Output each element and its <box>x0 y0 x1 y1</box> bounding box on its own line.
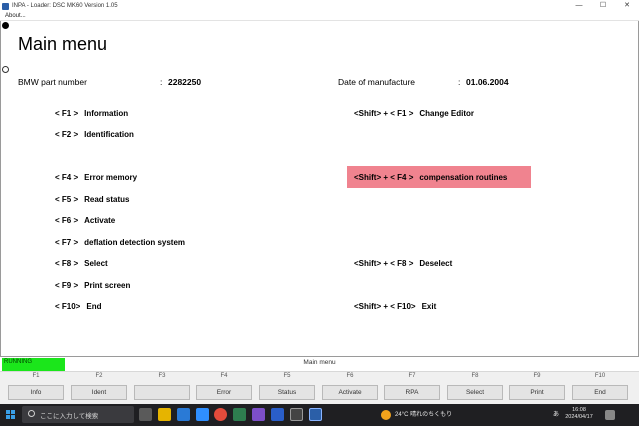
fkey-button-select[interactable]: Select <box>447 385 503 400</box>
fkey-number: F5 <box>283 373 291 379</box>
menu-key: < F6 > <box>55 216 79 225</box>
menu-item-f9[interactable]: < F9 > Print screen <box>55 281 130 290</box>
menu-label: Deselect <box>419 259 453 268</box>
page-title: Main menu <box>18 34 108 54</box>
menu-label: deflation detection system <box>84 238 186 247</box>
menu-label: Error memory <box>84 173 138 182</box>
menu-item-f7[interactable]: < F7 > deflation detection system <box>55 238 185 247</box>
fkey-number: F2 <box>95 373 103 379</box>
menu-key: < F5 > <box>55 195 79 204</box>
windows-start-icon[interactable] <box>6 410 16 420</box>
fkey-button-rpa[interactable]: RPA <box>384 385 440 400</box>
file-explorer-icon[interactable] <box>158 408 171 421</box>
menu-label: Information <box>84 109 129 118</box>
window-title: INPA - Loader: DSC MK60 Version 1.05 <box>12 3 118 9</box>
menu-about[interactable]: About... <box>5 13 26 19</box>
taskbar-clock[interactable]: 16:08 2024/04/17 <box>563 407 595 421</box>
minimize-button[interactable]: — <box>567 0 591 12</box>
menu-key: < F10> <box>55 302 81 311</box>
menu-item-f6[interactable]: < F6 > Activate <box>55 216 115 225</box>
menu-key: < F2 > <box>55 130 79 139</box>
part-number-colon: : <box>160 77 163 87</box>
app-icon-purple[interactable] <box>252 408 265 421</box>
menu-item-shift-f8[interactable]: <Shift> + < F8 > Deselect <box>354 259 452 268</box>
menu-label: Read status <box>84 195 130 204</box>
cs-app-icon[interactable] <box>290 408 303 421</box>
date-of-manufacture-value: 01.06.2004 <box>466 77 509 87</box>
fkey-button-end[interactable]: End <box>572 385 628 400</box>
edge-icon[interactable] <box>196 408 209 421</box>
menu-item-shift-f10[interactable]: <Shift> + < F10> Exit <box>354 302 436 311</box>
status-center-text: Main menu <box>303 359 336 366</box>
weather-text[interactable]: 24°C 晴れのちくもり <box>395 409 452 418</box>
menu-label: Print screen <box>84 281 131 290</box>
window-controls: — ☐ ✕ <box>567 0 639 12</box>
menu-item-f5[interactable]: < F5 > Read status <box>55 195 129 204</box>
menu-item-shift-f1[interactable]: <Shift> + < F1 > Change Editor <box>354 109 474 118</box>
fkey-number: F4 <box>220 373 228 379</box>
menu-label: compensation routines <box>419 173 508 182</box>
app-icon-shield[interactable] <box>271 408 284 421</box>
fkey-number: F9 <box>533 373 541 379</box>
part-number-value: 2282250 <box>168 77 202 87</box>
menu-key: < F8 > <box>55 259 79 268</box>
menu-label: Exit <box>421 302 437 311</box>
menu-item-shift-f4[interactable]: <Shift> + < F4 > compensation routines <box>354 173 507 182</box>
menu-item-f8[interactable]: < F8 > Select <box>55 259 108 268</box>
title-bar: INPA - Loader: DSC MK60 Version 1.05 — ☐… <box>0 0 639 12</box>
menu-key: < F9 > <box>55 281 79 290</box>
clock-time: 16:08 <box>572 407 586 413</box>
fkey-number: F7 <box>408 373 416 379</box>
menu-bar: About... <box>0 12 639 21</box>
fkey-number: F3 <box>158 373 166 379</box>
fkey-button-f3[interactable] <box>134 385 190 400</box>
app-icon <box>2 2 9 10</box>
menu-label: Change Editor <box>419 109 475 118</box>
fkey-button-ident[interactable]: Ident <box>71 385 127 400</box>
app-icon-green[interactable] <box>233 408 246 421</box>
menu-item-f10[interactable]: < F10> End <box>55 302 101 311</box>
fkey-button-error[interactable]: Error <box>196 385 252 400</box>
menu-key: < F7 > <box>55 238 79 247</box>
radio-icon[interactable] <box>2 66 9 73</box>
date-colon: : <box>458 77 461 87</box>
menu-label: End <box>86 302 102 311</box>
fkey-number: F6 <box>346 373 354 379</box>
search-icon <box>28 410 35 417</box>
inpa-window: INPA - Loader: DSC MK60 Version 1.05 — ☐… <box>0 0 639 426</box>
menu-item-f4[interactable]: < F4 > Error memory <box>55 173 137 182</box>
notification-icon[interactable] <box>605 410 615 420</box>
clock-date: 2024/04/17 <box>565 414 593 420</box>
menu-label: Identification <box>84 130 134 139</box>
menu-item-f1[interactable]: < F1 > Information <box>55 109 128 118</box>
inpa-taskbar-icon[interactable] <box>309 408 322 421</box>
chrome-icon[interactable] <box>214 408 227 421</box>
menu-key: <Shift> + < F4 > <box>354 173 414 182</box>
fkey-button-status[interactable]: Status <box>259 385 315 400</box>
ime-indicator[interactable]: あ <box>553 409 559 418</box>
menu-key: <Shift> + < F1 > <box>354 109 414 118</box>
menu-key: < F4 > <box>55 173 79 182</box>
date-of-manufacture-label: Date of manufacture <box>338 77 416 87</box>
fkey-number: F1 <box>32 373 40 379</box>
menu-key: < F1 > <box>55 109 79 118</box>
fkey-number: F8 <box>471 373 479 379</box>
task-view-icon[interactable] <box>139 408 152 421</box>
part-number-label: BMW part number <box>18 77 87 87</box>
menu-item-f2[interactable]: < F2 > Identification <box>55 130 134 139</box>
menu-key: <Shift> + < F8 > <box>354 259 414 268</box>
taskbar-search-placeholder: ここに入力して検索 <box>40 413 99 420</box>
weather-icon[interactable] <box>381 410 391 420</box>
maximize-button[interactable]: ☐ <box>591 0 615 12</box>
app-icon-blue[interactable] <box>177 408 190 421</box>
menu-label: Activate <box>84 216 116 225</box>
close-button[interactable]: ✕ <box>615 0 639 12</box>
fkey-button-info[interactable]: Info <box>8 385 64 400</box>
fkey-button-print[interactable]: Print <box>509 385 565 400</box>
menu-label: Select <box>84 259 108 268</box>
fkey-number: F10 <box>594 373 606 379</box>
selected-radio-icon[interactable] <box>2 22 9 29</box>
menu-key: <Shift> + < F10> <box>354 302 416 311</box>
fkey-button-activate[interactable]: Activate <box>322 385 378 400</box>
